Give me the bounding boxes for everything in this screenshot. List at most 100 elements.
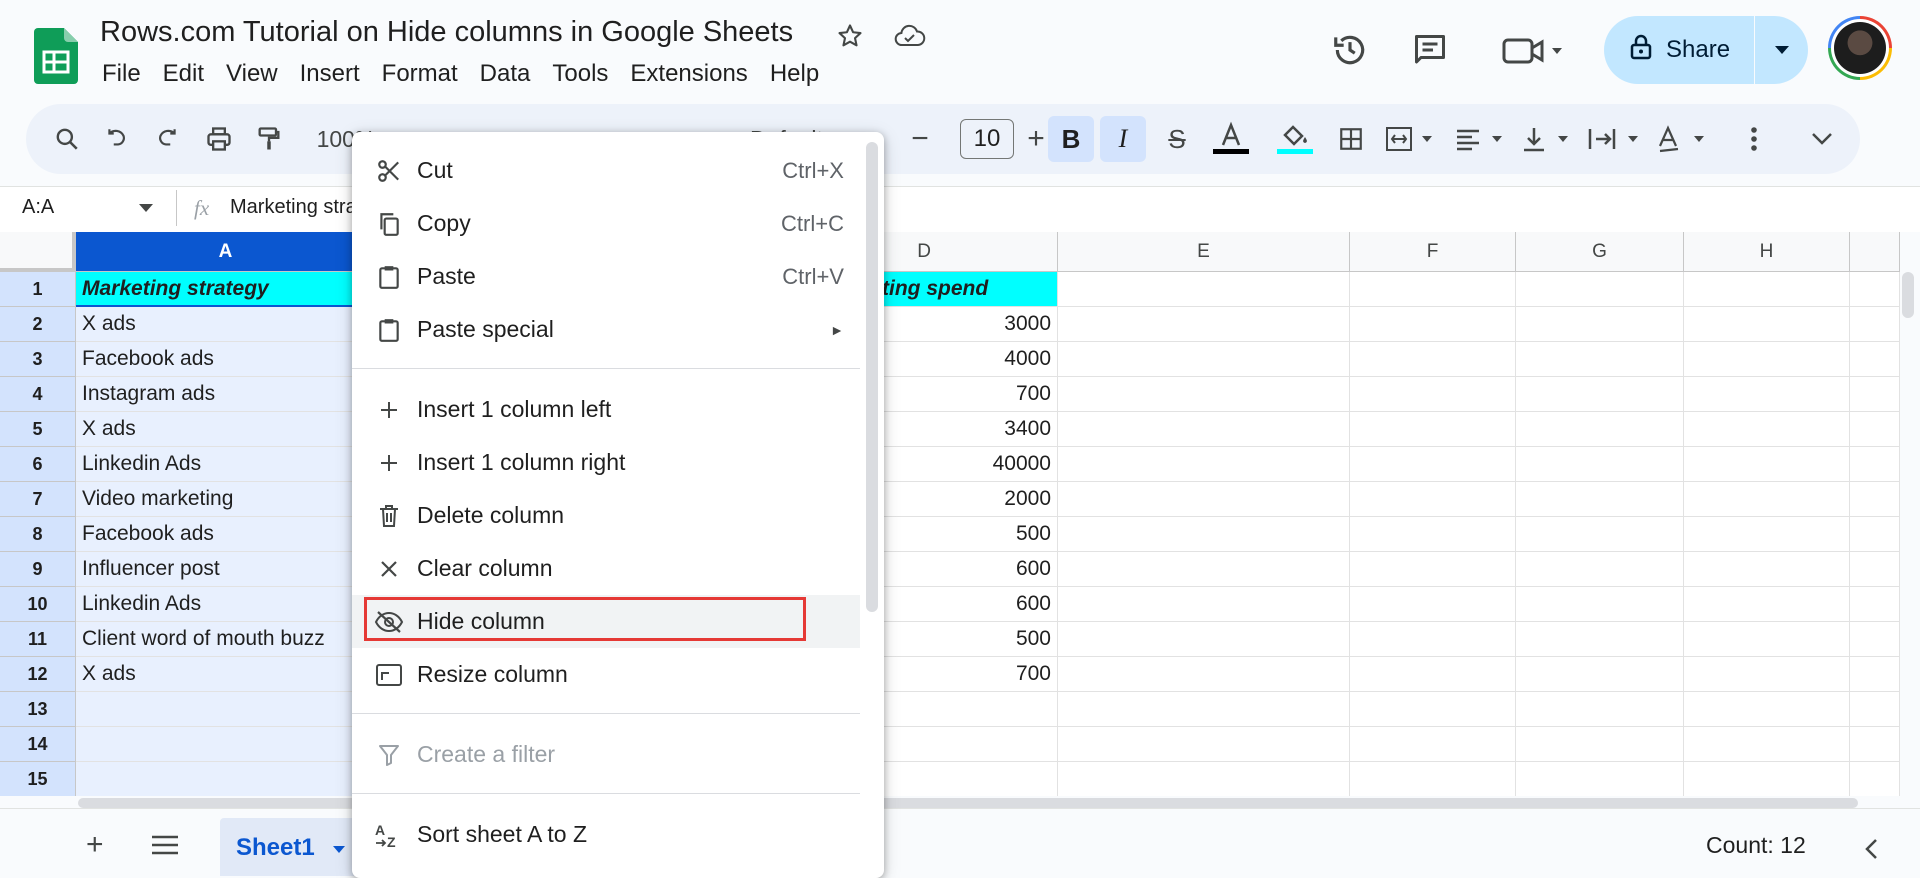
menu-edit[interactable]: Edit [152,58,215,90]
add-sheet-icon[interactable]: + [86,830,104,860]
cell-a[interactable]: Linkedin Ads [76,587,376,622]
cell-f[interactable] [1350,727,1516,762]
cell-i[interactable] [1850,412,1900,447]
cell-g[interactable] [1516,622,1684,657]
row-header[interactable]: 15 [0,762,76,796]
version-history-icon[interactable] [1328,28,1372,72]
cell-a[interactable]: Video marketing [76,482,376,517]
cell-a[interactable]: Influencer post [76,552,376,587]
row-header[interactable]: 1 [0,272,76,307]
cell-i[interactable] [1850,622,1900,657]
cell-a[interactable] [76,727,376,762]
cell-e[interactable] [1058,482,1350,517]
cell-f[interactable] [1350,517,1516,552]
cell-f[interactable] [1350,482,1516,517]
vertical-align-icon[interactable] [1516,104,1578,174]
cell-f[interactable] [1350,622,1516,657]
menu-item-delete-column[interactable]: Delete column [352,489,860,542]
cell-a[interactable] [76,692,376,727]
cell-i[interactable] [1850,307,1900,342]
undo-icon[interactable] [96,104,138,174]
cell-e[interactable] [1058,552,1350,587]
cell-a[interactable]: Instagram ads [76,377,376,412]
vertical-scrollbar-thumb[interactable] [1902,272,1914,318]
menu-insert[interactable]: Insert [289,58,371,90]
cell-h[interactable] [1684,482,1850,517]
borders-icon[interactable] [1330,104,1372,174]
menu-item-copy[interactable]: Copy Ctrl+C [352,197,860,250]
font-size-input[interactable]: 10 [960,119,1014,159]
cell-i[interactable] [1850,727,1900,762]
bold-button[interactable]: B [1048,104,1094,174]
cell-h[interactable] [1684,727,1850,762]
row-header[interactable]: 8 [0,517,76,552]
meet-video-icon[interactable] [1496,28,1568,72]
merge-cells-icon[interactable] [1380,104,1442,174]
cell-g[interactable] [1516,762,1684,796]
cell-e[interactable] [1058,377,1350,412]
redo-icon[interactable] [146,104,188,174]
menu-view[interactable]: View [215,58,289,90]
avatar[interactable] [1828,16,1892,80]
menu-item-create-filter[interactable]: Create a filter [352,728,860,781]
row-header[interactable]: 9 [0,552,76,587]
cell-e[interactable] [1058,342,1350,377]
row-header[interactable]: 13 [0,692,76,727]
cell-e[interactable] [1058,412,1350,447]
cell-g[interactable] [1516,342,1684,377]
cell-i[interactable] [1850,272,1900,307]
row-header[interactable]: 5 [0,412,76,447]
cell-f[interactable] [1350,692,1516,727]
cell-f[interactable] [1350,657,1516,692]
text-color-icon[interactable] [1206,104,1256,174]
cell-g[interactable] [1516,552,1684,587]
cell-f[interactable] [1350,447,1516,482]
context-menu-scrollbar[interactable] [866,142,878,612]
cell-a[interactable]: X ads [76,412,376,447]
print-icon[interactable] [198,104,240,174]
strikethrough-button[interactable]: S [1156,104,1198,174]
row-header[interactable]: 11 [0,622,76,657]
all-sheets-icon[interactable] [150,834,180,861]
row-header[interactable]: 10 [0,587,76,622]
cell-f[interactable] [1350,272,1516,307]
name-box-dropdown-icon[interactable] [138,200,154,218]
cell-e[interactable] [1058,692,1350,727]
cell-i[interactable] [1850,657,1900,692]
row-header[interactable]: 3 [0,342,76,377]
text-wrapping-icon[interactable] [1582,104,1648,174]
cell-g[interactable] [1516,517,1684,552]
decrease-font-size-button[interactable]: − [900,104,940,174]
menu-item-insert-right[interactable]: Insert 1 column right [352,436,860,489]
row-header[interactable]: 6 [0,447,76,482]
cell-h[interactable] [1684,587,1850,622]
menu-item-clear-column[interactable]: Clear column [352,542,860,595]
cell-i[interactable] [1850,587,1900,622]
cell-f[interactable] [1350,307,1516,342]
collapse-toolbar-icon[interactable] [1802,104,1842,174]
cell-e[interactable] [1058,587,1350,622]
cell-g[interactable] [1516,587,1684,622]
share-button[interactable]: Share [1604,16,1808,84]
row-header[interactable]: 12 [0,657,76,692]
cell-a[interactable]: X ads [76,657,376,692]
cell-i[interactable] [1850,377,1900,412]
cell-i[interactable] [1850,342,1900,377]
cell-g[interactable] [1516,307,1684,342]
cell-g[interactable] [1516,692,1684,727]
name-box[interactable]: A:A [22,196,54,219]
row-header[interactable]: 4 [0,377,76,412]
cell-e[interactable] [1058,727,1350,762]
row-header[interactable]: 7 [0,482,76,517]
cell-g[interactable] [1516,412,1684,447]
document-title[interactable]: Rows.com Tutorial on Hide columns in Goo… [100,16,793,49]
column-header-g[interactable]: G [1516,232,1684,272]
column-header-f[interactable]: F [1350,232,1516,272]
fill-color-icon[interactable] [1270,104,1320,174]
horizontal-scrollbar-thumb[interactable] [78,798,1858,808]
cell-i[interactable] [1850,517,1900,552]
cell-e[interactable] [1058,622,1350,657]
cell-f[interactable] [1350,412,1516,447]
cell-h[interactable] [1684,692,1850,727]
cell-h[interactable] [1684,762,1850,796]
